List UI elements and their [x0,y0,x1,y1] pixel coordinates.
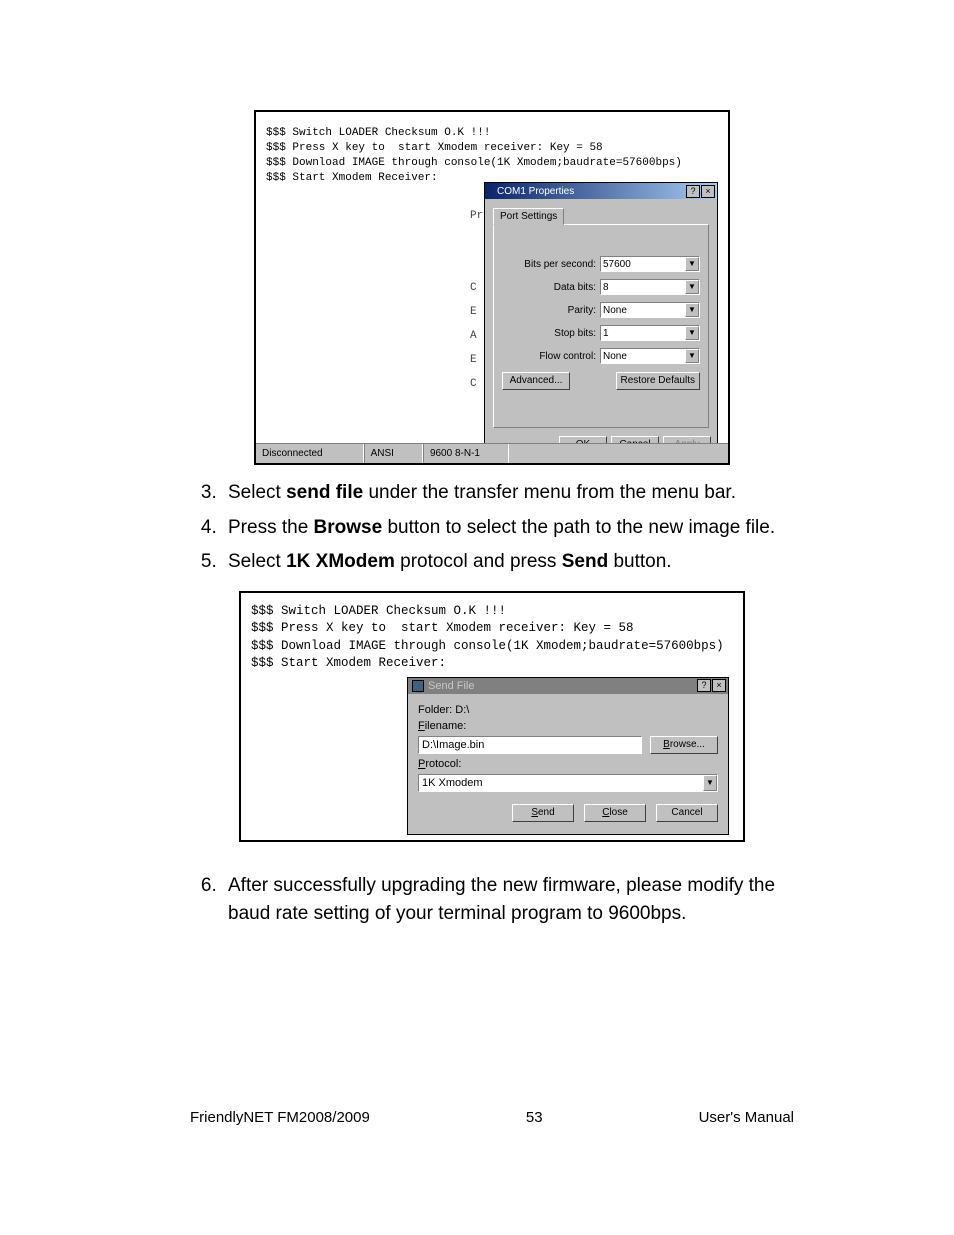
footer-right: User's Manual [699,1109,794,1126]
close-dialog-button[interactable]: Close [584,804,646,822]
parity-label: Parity: [568,305,596,316]
screenshot-com1-properties: $$$ Switch LOADER Checksum O.K !!! $$$ P… [254,110,730,465]
com1-properties-dialog: COM1 Properties ? × Port Settings Bits p… [484,182,718,460]
send-file-dialog: Send File ? × Folder: D:\ Filename: D:\I… [407,677,729,835]
tab-port-settings[interactable]: Port Settings [493,208,564,225]
step-3: Select send file under the transfer menu… [222,479,794,508]
close-button[interactable]: × [712,679,726,692]
protocol-combo[interactable]: 1K Xmodem ▼ [418,774,718,792]
chevron-down-icon[interactable]: ▼ [685,303,699,317]
databits-value: 8 [603,282,609,293]
dialog-title: Send File [428,680,696,692]
dialog-titlebar[interactable]: COM1 Properties ? × [485,183,717,199]
cancel-button[interactable]: Cancel [656,804,718,822]
app-icon [412,680,424,692]
instruction-list-2: After successfully upgrading the new fir… [190,872,794,929]
terminal-output: $$$ Switch LOADER Checksum O.K !!! $$$ P… [251,603,733,673]
partial-text: Pr CEAECF [470,204,483,465]
parity-value: None [603,305,627,316]
restore-defaults-button[interactable]: Restore Defaults [616,372,700,390]
step-6: After successfully upgrading the new fir… [222,872,794,929]
step-5: Select 1K XModem protocol and press Send… [222,548,794,577]
advanced-button[interactable]: Advanced... [502,372,570,390]
chevron-down-icon[interactable]: ▼ [703,775,717,791]
status-portconfig: 9600 8-N-1 [423,444,509,463]
filename-input[interactable]: D:\Image.bin [418,736,642,754]
bps-combo[interactable]: 57600 ▼ [600,256,700,272]
databits-combo[interactable]: 8 ▼ [600,279,700,295]
protocol-label: Protocol: [418,758,461,770]
flow-label: Flow control: [539,351,596,362]
terminal-output: $$$ Switch LOADER Checksum O.K !!! $$$ P… [266,126,718,185]
parity-combo[interactable]: None ▼ [600,302,700,318]
send-button[interactable]: Send [512,804,574,822]
footer-left: FriendlyNET FM2008/2009 [190,1109,370,1126]
status-bar: Disconnected ANSI 9600 8-N-1 [256,443,728,463]
bps-value: 57600 [603,259,631,270]
dialog-title: COM1 Properties [497,186,685,197]
footer-page-number: 53 [526,1109,543,1126]
stopbits-value: 1 [603,328,609,339]
folder-label: Folder: D:\ [418,704,469,716]
chevron-down-icon[interactable]: ▼ [685,280,699,294]
screenshot-send-file: $$$ Switch LOADER Checksum O.K !!! $$$ P… [239,591,745,842]
flow-combo[interactable]: None ▼ [600,348,700,364]
chevron-down-icon[interactable]: ▼ [685,326,699,340]
chevron-down-icon[interactable]: ▼ [685,257,699,271]
protocol-value: 1K Xmodem [422,777,483,789]
page-footer: FriendlyNET FM2008/2009 53 User's Manual [190,1109,794,1126]
help-button[interactable]: ? [686,185,700,198]
step-4: Press the Browse button to select the pa… [222,514,794,543]
status-connection: Disconnected [262,444,364,463]
dialog-titlebar[interactable]: Send File ? × [408,678,728,694]
flow-value: None [603,351,627,362]
stopbits-label: Stop bits: [554,328,596,339]
tab-panel: Bits per second: 57600 ▼ Data bits: 8 ▼ [493,224,709,428]
close-button[interactable]: × [701,185,715,198]
instruction-list: Select send file under the transfer menu… [190,479,794,577]
help-button[interactable]: ? [697,679,711,692]
status-emulation: ANSI [364,444,423,463]
bps-label: Bits per second: [524,259,596,270]
filename-label: Filename: [418,720,466,732]
databits-label: Data bits: [554,282,596,293]
stopbits-combo[interactable]: 1 ▼ [600,325,700,341]
chevron-down-icon[interactable]: ▼ [685,349,699,363]
browse-button[interactable]: Browse... [650,736,718,754]
